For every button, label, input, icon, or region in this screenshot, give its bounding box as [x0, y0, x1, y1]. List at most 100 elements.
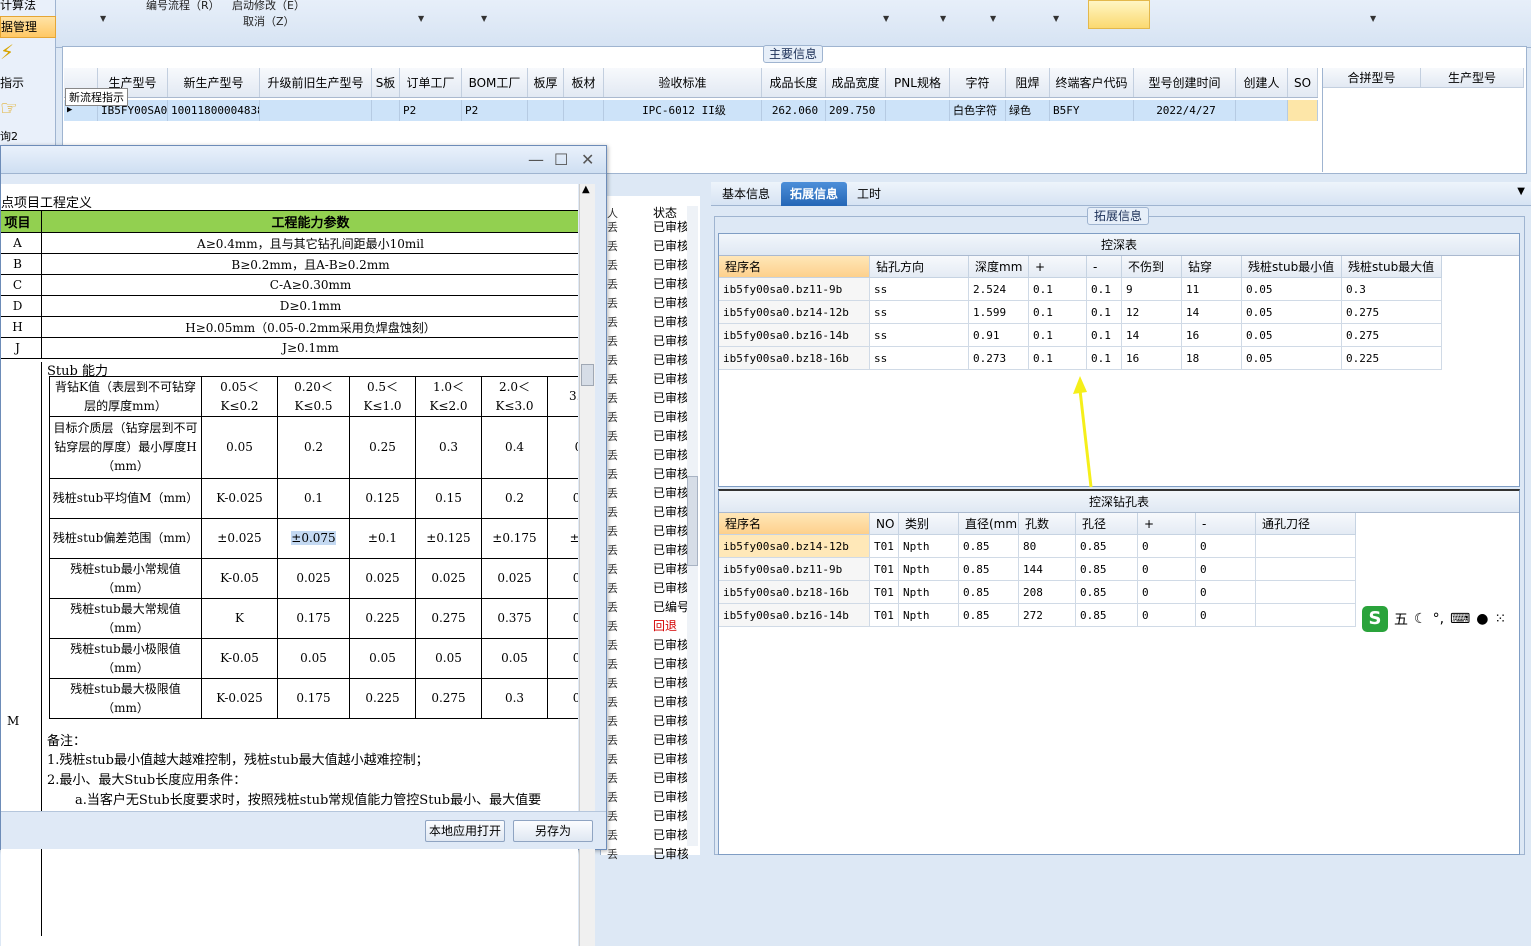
dropdown-arrow-icon[interactable]: ▼ [1517, 186, 1525, 197]
status-cell[interactable]: 已审核 [653, 674, 688, 693]
table-cell[interactable]: 2.524 [969, 278, 1029, 301]
cell[interactable] [564, 100, 604, 121]
cell[interactable] [1288, 100, 1318, 121]
ribbon-highlight-button[interactable] [1088, 0, 1150, 29]
status-cell[interactable]: 已审核 [653, 408, 688, 427]
sogou-logo-icon[interactable]: S [1362, 606, 1388, 632]
col-header[interactable]: 残桩stub最小值 [1242, 256, 1342, 278]
table-cell[interactable]: ib5fy00sa0.bz16-14b [719, 604, 870, 627]
cell[interactable]: IPC-6012 II级 [604, 100, 762, 121]
cell[interactable] [1236, 100, 1288, 121]
col-header[interactable]: 深度mm [969, 256, 1029, 278]
status-cell[interactable]: 已审核 [653, 351, 688, 370]
table-cell[interactable]: 0.05 [1242, 347, 1342, 370]
col-header[interactable]: 直径(mm) [959, 513, 1019, 535]
table-cell[interactable]: 16 [1182, 324, 1242, 347]
tab-basic-info[interactable]: 基本信息 [715, 182, 777, 206]
table-cell[interactable]: 12 [1122, 301, 1182, 324]
nav-item-query2[interactable]: 询2 [0, 128, 56, 146]
col-header[interactable]: NO [870, 513, 899, 535]
table-cell[interactable]: 0.85 [959, 535, 1019, 558]
col-header[interactable]: 创建人 [1236, 68, 1288, 97]
ime-mode[interactable]: 五 [1394, 609, 1408, 629]
dropdown-arrow-icon[interactable]: ▼ [481, 14, 487, 23]
cell[interactable]: 2022/4/27 [1134, 100, 1236, 121]
status-cell[interactable]: 已审核 [653, 370, 688, 389]
col-header[interactable]: 板厚 [528, 68, 564, 97]
maximize-icon[interactable]: ☐ [554, 150, 568, 169]
tab-extended-info[interactable]: 拓展信息 [781, 182, 847, 206]
table-cell[interactable]: 0.85 [1076, 558, 1138, 581]
col-header[interactable]: 字符 [950, 68, 1006, 97]
col-header[interactable]: 类别 [899, 513, 959, 535]
cell[interactable]: P2 [462, 100, 528, 121]
status-cell[interactable]: 已审核 [653, 750, 688, 769]
col-header[interactable]: 订单工厂 [400, 68, 462, 97]
table-cell[interactable]: 0.275 [1342, 301, 1442, 324]
table-cell[interactable]: 0 [1196, 558, 1256, 581]
table-cell[interactable]: Npth [899, 604, 959, 627]
table-row[interactable]: ib5fy00sa0.bz14-12b ss 1.599 0.1 0.1 12 14 0.05… [719, 301, 1519, 324]
dropdown-arrow-icon[interactable]: ▼ [883, 14, 889, 23]
col-header[interactable]: 新生产型号 [168, 68, 260, 97]
status-cell[interactable]: 已审核 [653, 788, 688, 807]
table-cell[interactable]: Npth [899, 558, 959, 581]
dropdown-arrow-icon[interactable]: ▼ [990, 14, 996, 23]
table-cell[interactable]: 0.275 [1342, 324, 1442, 347]
status-cell[interactable]: 已编号 [653, 598, 688, 617]
table-cell[interactable]: 0 [1138, 558, 1196, 581]
status-cell[interactable]: 已审核 [653, 826, 688, 845]
nav-item-calc[interactable]: 计算法 [0, 0, 56, 14]
scroll-up-icon[interactable]: ▲ [582, 184, 590, 195]
table-row[interactable]: ib5fy00sa0.bz14-12b T01 Npth 0.85 80 0.85 0 0 [719, 535, 1519, 558]
ribbon-label-start-modify[interactable]: 启动修改（E） [232, 0, 305, 13]
cell[interactable]: 10011800004838 [168, 100, 260, 121]
table-cell[interactable]: 0.273 [969, 347, 1029, 370]
open-local-app-button[interactable]: 本地应用打开 [425, 820, 505, 842]
cell[interactable] [372, 100, 400, 121]
table-cell[interactable]: 0.1 [1087, 324, 1122, 347]
table-cell[interactable]: 0 [1196, 604, 1256, 627]
col-header[interactable]: 程序名 [719, 513, 870, 535]
table-cell[interactable]: 0.1 [1087, 278, 1122, 301]
status-cell[interactable]: 已审核 [653, 256, 688, 275]
table-row[interactable]: ib5fy00sa0.bz18-16b ss 0.273 0.1 0.1 16 18 0.05… [719, 347, 1519, 370]
status-cell[interactable]: 已审核 [653, 503, 688, 522]
table-cell[interactable]: Npth [899, 581, 959, 604]
table-cell[interactable]: ss [870, 301, 969, 324]
table-row[interactable]: ib5fy00sa0.bz16-14b ss 0.91 0.1 0.1 14 16 0.05 0… [719, 324, 1519, 347]
table-cell[interactable]: 0.85 [1076, 581, 1138, 604]
selected-text[interactable]: ±0.075 [291, 531, 336, 545]
cell[interactable]: 白色字符 [950, 100, 1006, 121]
table-cell[interactable]: ss [870, 324, 969, 347]
moon-icon[interactable]: ☾ [1414, 611, 1427, 627]
table-cell[interactable]: ss [870, 347, 969, 370]
table-cell[interactable]: 14 [1122, 324, 1182, 347]
col-header[interactable]: + [1029, 256, 1087, 278]
cell[interactable]: 209.750 [826, 100, 886, 121]
table-cell[interactable]: ib5fy00sa0.bz14-12b [719, 301, 870, 324]
table-cell[interactable]: ib5fy00sa0.bz16-14b [719, 324, 870, 347]
table-cell[interactable]: 0.05 [1242, 301, 1342, 324]
dropdown-arrow-icon[interactable]: ▼ [1370, 14, 1376, 23]
status-cell[interactable]: 已审核 [653, 389, 688, 408]
status-cell[interactable]: 已审核 [653, 484, 688, 503]
col-header[interactable]: - [1196, 513, 1256, 535]
col-header[interactable]: 生产型号 [1421, 68, 1524, 88]
status-cell[interactable]: 已审核 [653, 655, 688, 674]
table-cell[interactable]: ib5fy00sa0.bz18-16b [719, 347, 870, 370]
status-cell[interactable]: 已审核 [653, 218, 688, 237]
status-cell[interactable]: 已审核 [653, 332, 688, 351]
table-cell[interactable]: 1.599 [969, 301, 1029, 324]
status-cell[interactable]: 已审核 [653, 769, 688, 788]
table-cell[interactable]: ib5fy00sa0.bz11-9b [719, 558, 870, 581]
status-cell[interactable]: 已审核 [653, 446, 688, 465]
ribbon-label-cancel[interactable]: 取消（Z） [243, 13, 295, 29]
table-cell[interactable] [1256, 604, 1356, 627]
table-cell[interactable] [1256, 535, 1356, 558]
table-cell[interactable]: 0.85 [959, 604, 1019, 627]
table-cell[interactable]: 272 [1019, 604, 1076, 627]
table-cell[interactable]: ib5fy00sa0.bz14-12b [719, 535, 870, 558]
table-cell[interactable]: 208 [1019, 581, 1076, 604]
ribbon-label-number-flow[interactable]: 编号流程（R） [146, 0, 220, 13]
